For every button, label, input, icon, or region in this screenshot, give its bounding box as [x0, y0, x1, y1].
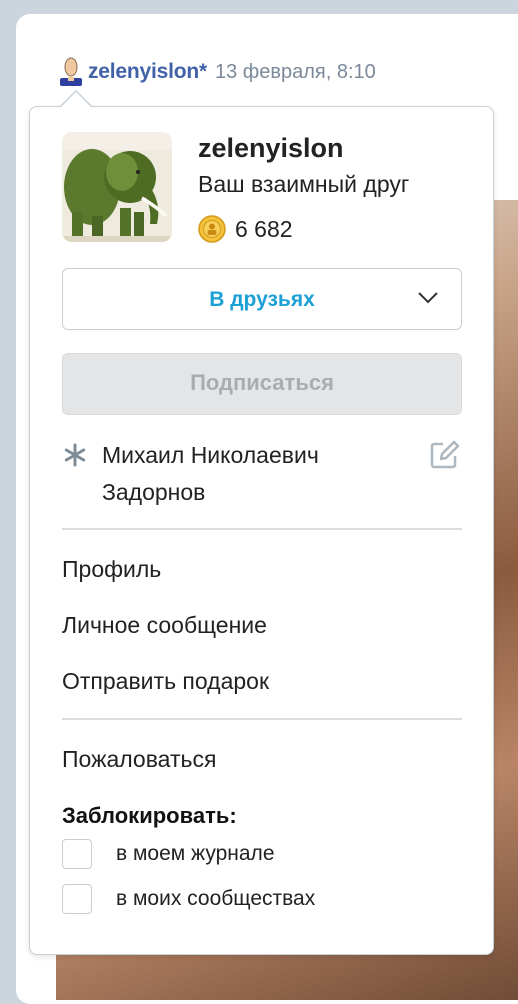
menu-item-message[interactable]: Личное сообщение [62, 612, 267, 639]
user-note: Михаил Николаевич Задорнов [102, 442, 319, 505]
coin-balance: 6 682 [198, 215, 293, 243]
edit-icon[interactable] [428, 439, 460, 471]
block-in-communities-checkbox[interactable] [62, 884, 92, 914]
asterisk-icon [64, 443, 86, 467]
block-in-journal-option[interactable]: в моем журнале [62, 839, 275, 869]
subscribe-button[interactable]: Подписаться [62, 353, 462, 415]
profile-name[interactable]: zelenyislon [198, 133, 344, 164]
block-in-communities-option[interactable]: в моих сообществах [62, 884, 315, 914]
divider [62, 718, 462, 720]
block-in-communities-label: в моих сообществах [116, 887, 316, 910]
block-in-journal-checkbox[interactable] [62, 839, 92, 869]
menu-item-profile[interactable]: Профиль [62, 556, 161, 583]
relationship-status: Ваш взаимный друг [198, 171, 410, 197]
avatar[interactable] [62, 132, 172, 242]
post-author-username[interactable]: zelenyislon* [88, 60, 207, 84]
post-date: 13 февраля, 8:10 [214, 60, 376, 83]
friends-button-label: В друзьях [209, 288, 315, 311]
popup-caret-fill [60, 92, 92, 108]
coin-icon [198, 215, 226, 243]
menu-item-send-gift[interactable]: Отправить подарок [62, 668, 269, 695]
block-in-journal-label: в моем журнале [116, 842, 275, 865]
block-section-title: Заблокировать: [62, 803, 237, 828]
chevron-down-icon [418, 292, 438, 304]
coin-count: 6 682 [235, 215, 293, 242]
post-header: zelenyislon* 13 февраля, 8:10 [56, 56, 376, 88]
divider [62, 528, 462, 530]
friends-dropdown-button[interactable]: В друзьях [62, 268, 462, 330]
user-icon[interactable] [56, 56, 86, 88]
profile-popup: zelenyislon Ваш взаимный друг 6 682 В др… [29, 106, 494, 955]
menu-item-report[interactable]: Пожаловаться [62, 746, 216, 773]
